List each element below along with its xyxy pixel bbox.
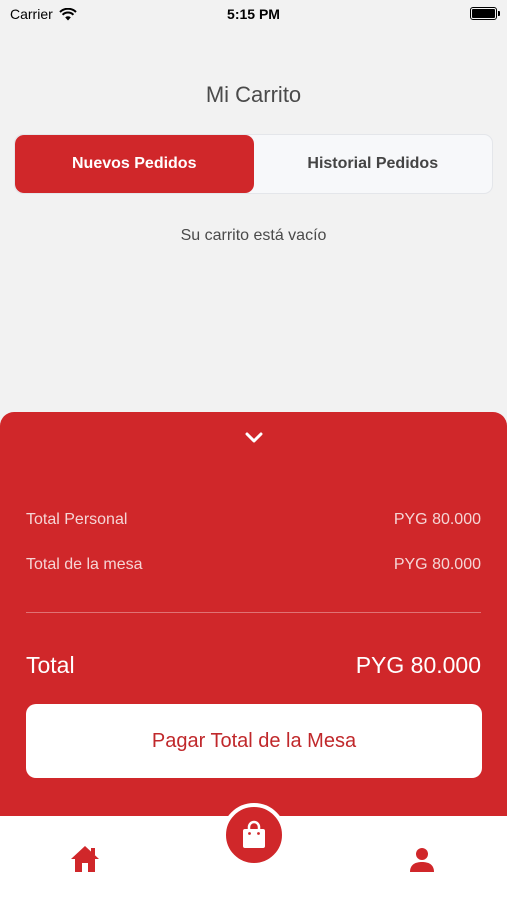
grand-total-label: Total [26, 652, 75, 678]
tab-new-orders[interactable]: Nuevos Pedidos [15, 135, 254, 193]
order-tabs: Nuevos Pedidos Historial Pedidos [14, 134, 493, 194]
empty-cart-message: Su carrito está vacío [180, 227, 327, 244]
table-total-value: PYG 80.000 [393, 556, 481, 573]
status-bar: Carrier 5:15 PM [0, 0, 507, 28]
grand-total-row: Total PYG 80.000 [26, 652, 481, 679]
page-title: Mi Carrito [205, 82, 302, 107]
pay-table-total-button[interactable]: Pagar Total de la Mesa [26, 704, 482, 778]
status-time: 5:15 PM [227, 6, 280, 22]
tab-cart[interactable] [222, 803, 286, 867]
cart-summary-panel: Total Personal PYG 80.000 Total de la me… [0, 412, 507, 832]
collapse-button[interactable] [238, 426, 270, 450]
personal-total-label: Total Personal [26, 511, 128, 528]
chevron-down-icon [245, 432, 263, 443]
table-total-label: Total de la mesa [26, 556, 143, 573]
personal-total-value: PYG 80.000 [393, 511, 481, 528]
tab-home[interactable] [68, 842, 102, 876]
battery-icon [470, 7, 500, 20]
tab-order-history[interactable]: Historial Pedidos [254, 135, 493, 193]
home-icon [71, 846, 99, 872]
shopping-bag-icon [243, 820, 265, 848]
bottom-tab-bar [0, 803, 507, 900]
grand-total-value: PYG 80.000 [355, 652, 481, 678]
tab-profile[interactable] [408, 846, 436, 874]
table-total-row: Total de la mesa PYG 80.000 [26, 556, 481, 574]
user-icon [410, 848, 434, 872]
divider [26, 612, 481, 613]
personal-total-row: Total Personal PYG 80.000 [26, 511, 481, 529]
